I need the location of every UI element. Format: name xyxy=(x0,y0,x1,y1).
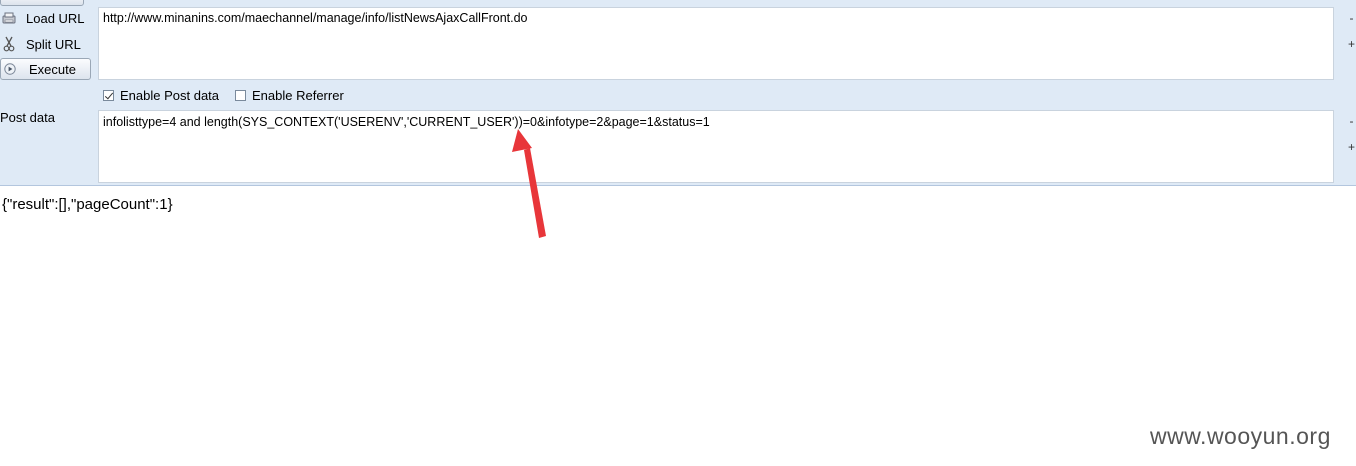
arrow-head xyxy=(512,129,532,152)
watermark: www.wooyun.org xyxy=(1150,423,1331,449)
arrow-shaft xyxy=(524,148,546,238)
annotation-arrow xyxy=(512,129,546,238)
